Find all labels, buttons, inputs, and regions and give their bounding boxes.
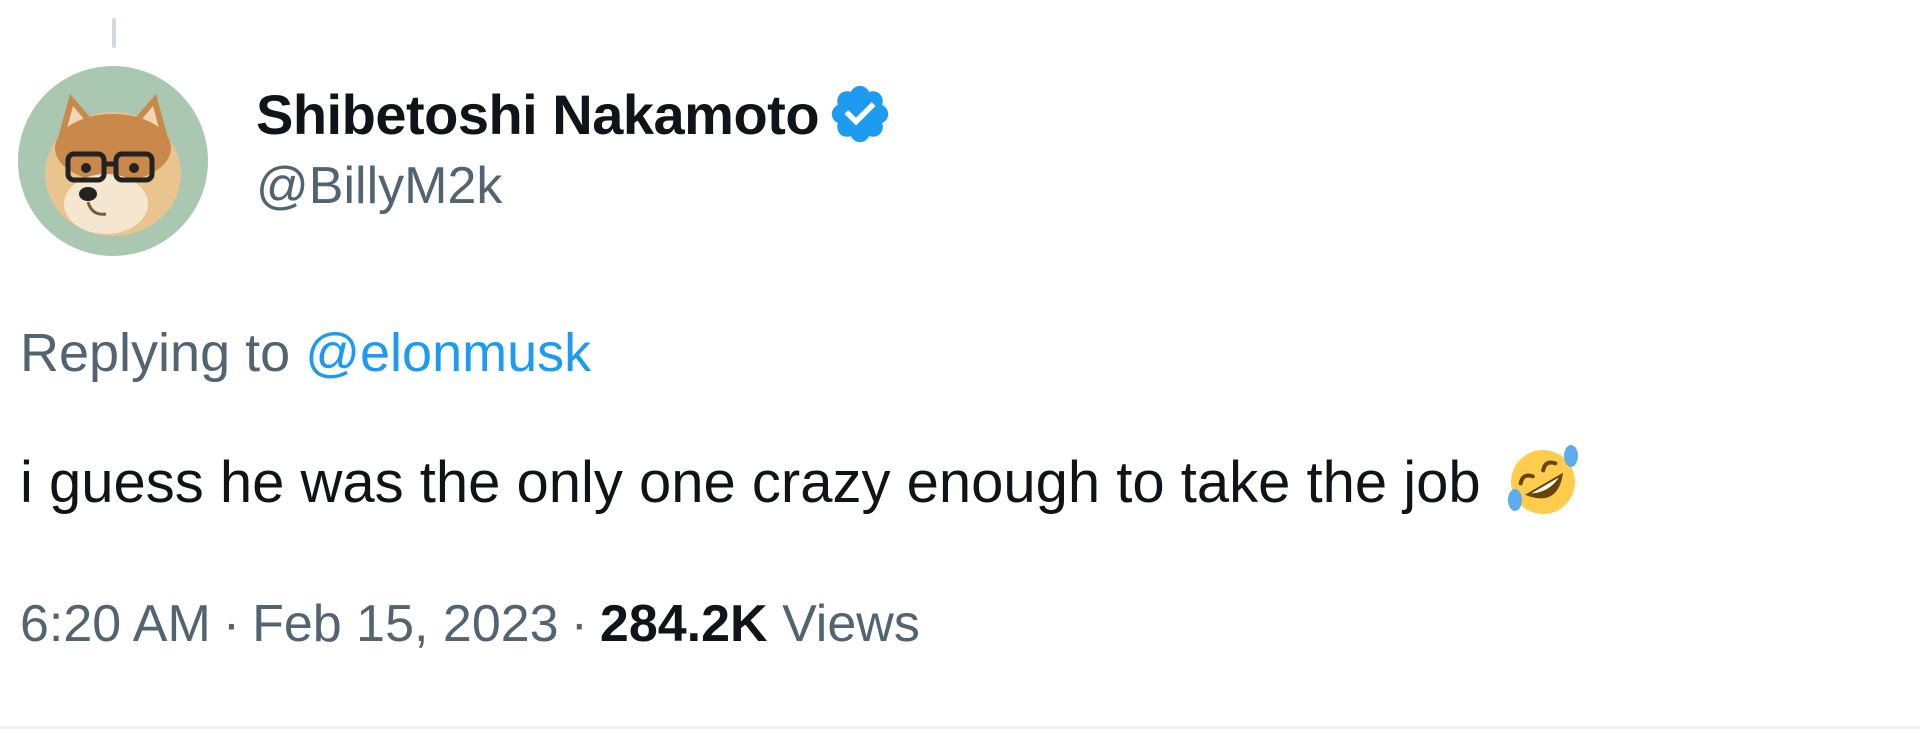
doge-avatar-icon: [45, 94, 181, 236]
tweet-body: i guess he was the only one crazy enough…: [20, 449, 1481, 515]
tweet-text: i guess he was the only one crazy enough…: [20, 442, 1583, 522]
replying-to-mention-link[interactable]: @elonmusk: [305, 323, 591, 383]
rolling-on-floor-laughing-emoji-icon: [1507, 445, 1578, 514]
thread-connector-line: [112, 18, 116, 48]
user-info: Shibetoshi Nakamoto @BillyM2k: [256, 78, 893, 216]
name-row: Shibetoshi Nakamoto: [256, 78, 893, 150]
replying-to-label: Replying to: [20, 323, 291, 383]
replying-to: Replying to @elonmusk: [20, 322, 591, 384]
tweet-time[interactable]: 6:20 AM: [20, 595, 211, 653]
tweet-detail: Shibetoshi Nakamoto @BillyM2k Replying t…: [0, 0, 1920, 730]
author-handle[interactable]: @BillyM2k: [256, 156, 893, 216]
meta-separator: ·: [570, 595, 588, 653]
tweet-meta: 6:20 AM · Feb 15, 2023 · 284.2K Views: [20, 594, 920, 654]
verified-badge-icon[interactable]: [827, 81, 893, 147]
meta-separator: ·: [222, 595, 241, 653]
avatar[interactable]: [18, 66, 208, 256]
divider: [0, 726, 1920, 729]
tweet-date[interactable]: Feb 15, 2023: [252, 595, 558, 653]
author-display-name[interactable]: Shibetoshi Nakamoto: [256, 82, 820, 147]
views-label: Views: [782, 595, 920, 653]
views-count[interactable]: 284.2K: [600, 595, 768, 653]
